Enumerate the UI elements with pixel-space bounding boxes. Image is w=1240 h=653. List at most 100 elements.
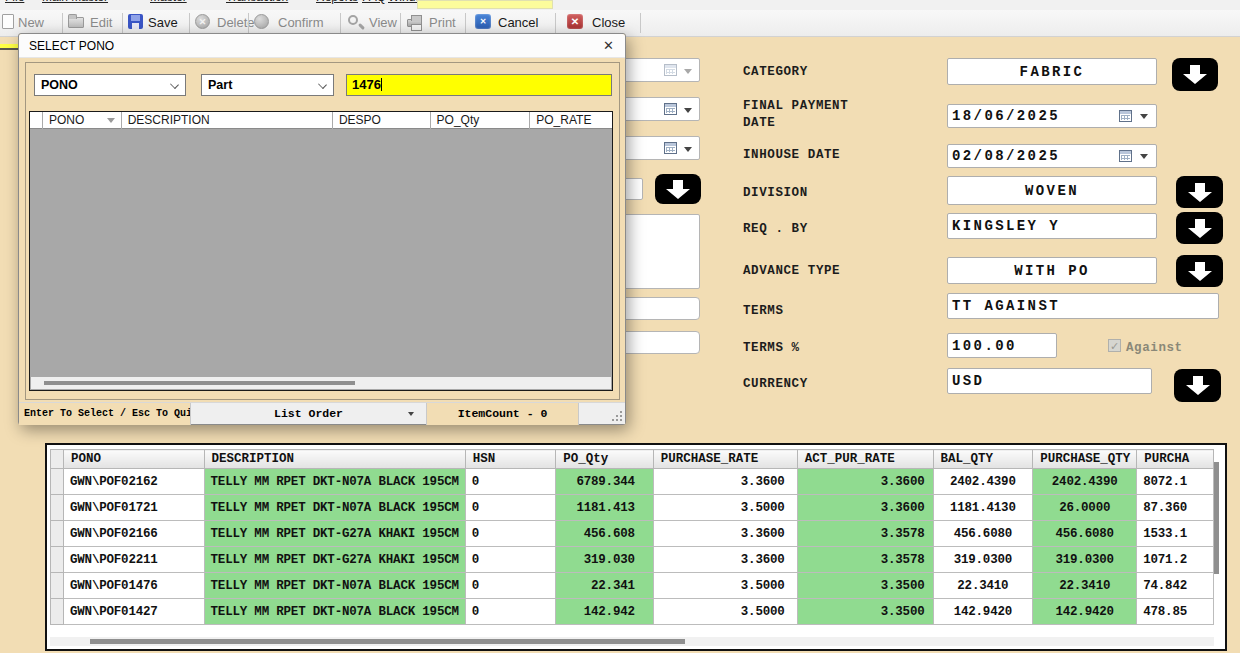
row-selector[interactable] bbox=[51, 573, 64, 599]
table-cell[interactable]: 456.6080 bbox=[1033, 521, 1137, 547]
table-cell[interactable]: 142.942 bbox=[556, 599, 654, 625]
terms-percent-field[interactable]: 100.00 bbox=[947, 333, 1057, 358]
req-by-field[interactable]: KINGSLEY Y bbox=[947, 213, 1157, 239]
column-header-description[interactable]: DESCRIPTION bbox=[204, 450, 465, 469]
column-header-despo[interactable]: DESPO bbox=[333, 112, 431, 129]
table-cell[interactable]: 478.85 bbox=[1137, 599, 1214, 625]
save-button[interactable]: Save bbox=[148, 15, 178, 30]
table-cell[interactable]: 3.3600 bbox=[653, 521, 797, 547]
table-cell[interactable]: TELLY MM RPET DKT-G27A KHAKI 195CM bbox=[204, 547, 465, 573]
column-header-pono[interactable]: PONO bbox=[64, 450, 205, 469]
table-cell[interactable]: 0 bbox=[465, 495, 555, 521]
table-cell[interactable]: 1533.1 bbox=[1137, 521, 1214, 547]
bg-date-field-2[interactable] bbox=[615, 136, 700, 160]
table-cell[interactable]: TELLY MM RPET DKT-G27A KHAKI 195CM bbox=[204, 521, 465, 547]
search-part-combo[interactable]: Part bbox=[201, 74, 334, 96]
confirm-button[interactable]: Confirm bbox=[278, 15, 324, 30]
column-header-po-rate[interactable]: PO_RATE bbox=[530, 112, 612, 129]
table-row[interactable]: GWN\POF02166TELLY MM RPET DKT-G27A KHAKI… bbox=[51, 521, 1214, 547]
horizontal-scrollbar-track[interactable] bbox=[50, 637, 1214, 646]
table-cell[interactable]: 3.3600 bbox=[797, 495, 933, 521]
table-cell[interactable]: 87.360 bbox=[1137, 495, 1214, 521]
division-dropdown-button[interactable] bbox=[1176, 176, 1223, 208]
new-button[interactable]: New bbox=[18, 15, 44, 30]
table-cell[interactable]: 0 bbox=[465, 521, 555, 547]
column-header-po-qty[interactable]: PO_Qty bbox=[431, 112, 531, 129]
table-cell[interactable]: 0 bbox=[465, 599, 555, 625]
bg-textarea[interactable] bbox=[615, 214, 700, 289]
table-row[interactable]: GWN\POF01427TELLY MM RPET DKT-N07A BLACK… bbox=[51, 599, 1214, 625]
resize-grip[interactable] bbox=[612, 411, 622, 421]
table-cell[interactable]: 319.030 bbox=[556, 547, 654, 573]
table-cell[interactable]: 0 bbox=[465, 469, 555, 495]
advance-type-dropdown-button[interactable] bbox=[1176, 255, 1223, 287]
table-row[interactable]: GWN\POF02211TELLY MM RPET DKT-G27A KHAKI… bbox=[51, 547, 1214, 573]
terms-field[interactable]: TT AGAINST bbox=[947, 293, 1219, 319]
column-header-purchase_rate[interactable]: PURCHASE_RATE bbox=[653, 450, 797, 469]
table-row[interactable]: GWN\POF02162TELLY MM RPET DKT-N07A BLACK… bbox=[51, 469, 1214, 495]
table-cell[interactable]: 319.0300 bbox=[1033, 547, 1137, 573]
search-input[interactable]: 1476 bbox=[346, 74, 612, 96]
table-cell[interactable]: 319.0300 bbox=[933, 547, 1033, 573]
row-selector[interactable] bbox=[51, 495, 64, 521]
menu-faq[interactable]: FAQ bbox=[362, 0, 386, 4]
table-cell[interactable]: 3.3500 bbox=[797, 573, 933, 599]
row-selector[interactable] bbox=[51, 547, 64, 573]
row-selector[interactable] bbox=[51, 469, 64, 495]
table-row[interactable]: GWN\POF01721TELLY MM RPET DKT-N07A BLACK… bbox=[51, 495, 1214, 521]
table-cell[interactable]: TELLY MM RPET DKT-N07A BLACK 195CM bbox=[204, 573, 465, 599]
table-cell[interactable]: 1181.4130 bbox=[933, 495, 1033, 521]
table-cell[interactable]: 22.3410 bbox=[1033, 573, 1137, 599]
table-cell[interactable]: TELLY MM RPET DKT-N07A BLACK 195CM bbox=[204, 469, 465, 495]
edit-button[interactable]: Edit bbox=[90, 15, 112, 30]
against-checkbox[interactable]: ✓ bbox=[1108, 339, 1121, 352]
row-selector[interactable] bbox=[51, 599, 64, 625]
menu-transaction[interactable]: Transaction bbox=[226, 0, 288, 4]
bg-date-field-disabled[interactable] bbox=[615, 58, 700, 82]
dialog-close-icon[interactable]: ✕ bbox=[603, 38, 614, 53]
currency-field[interactable]: USD bbox=[947, 368, 1152, 394]
bg-input-2[interactable] bbox=[615, 331, 700, 354]
menu-master[interactable]: Master bbox=[150, 0, 187, 4]
bg-dropdown-arrow-button[interactable] bbox=[655, 174, 701, 204]
inhouse-date-field[interactable]: 02/08/2025 bbox=[947, 144, 1157, 168]
table-cell[interactable]: 22.3410 bbox=[933, 573, 1033, 599]
table-cell[interactable]: 2402.4390 bbox=[933, 469, 1033, 495]
menu-file[interactable]: File bbox=[5, 0, 24, 4]
table-cell[interactable]: 3.5000 bbox=[653, 599, 797, 625]
table-row[interactable]: GWN\POF01476TELLY MM RPET DKT-N07A BLACK… bbox=[51, 573, 1214, 599]
table-cell[interactable]: 142.9420 bbox=[1033, 599, 1137, 625]
print-button[interactable]: Print bbox=[429, 15, 456, 30]
table-cell[interactable]: 74.842 bbox=[1137, 573, 1214, 599]
advance-type-field[interactable]: WITH PO bbox=[947, 257, 1157, 284]
final-payment-date-field[interactable]: 18/06/2025 bbox=[947, 104, 1157, 128]
bg-input-1[interactable] bbox=[615, 297, 700, 320]
table-cell[interactable]: TELLY MM RPET DKT-N07A BLACK 195CM bbox=[204, 495, 465, 521]
list-order-dropdown[interactable]: List Order bbox=[191, 403, 427, 425]
column-header-purchase_qty[interactable]: PURCHASE_QTY bbox=[1033, 450, 1137, 469]
table-cell[interactable]: 456.6080 bbox=[933, 521, 1033, 547]
column-header-purcha[interactable]: PURCHA bbox=[1137, 450, 1214, 469]
column-header-hsn[interactable]: HSN bbox=[465, 450, 555, 469]
table-cell[interactable]: 3.5000 bbox=[653, 495, 797, 521]
dialog-results-grid[interactable]: PONO DESCRIPTION DESPO PO_Qty PO_RATE bbox=[29, 111, 613, 391]
table-cell[interactable]: 3.3578 bbox=[797, 547, 933, 573]
table-cell[interactable]: 6789.344 bbox=[556, 469, 654, 495]
table-cell[interactable]: 1181.413 bbox=[556, 495, 654, 521]
table-cell[interactable]: 2402.4390 bbox=[1033, 469, 1137, 495]
table-cell[interactable]: GWN\POF02166 bbox=[64, 521, 205, 547]
table-cell[interactable]: 3.3500 bbox=[797, 599, 933, 625]
search-field-combo[interactable]: PONO bbox=[34, 74, 186, 96]
column-header-po_qty[interactable]: PO_Qty bbox=[556, 450, 654, 469]
division-field[interactable]: WOVEN bbox=[947, 176, 1157, 205]
bg-date-field-1[interactable] bbox=[615, 97, 700, 121]
table-cell[interactable]: GWN\POF01476 bbox=[64, 573, 205, 599]
table-cell[interactable]: 3.3600 bbox=[653, 547, 797, 573]
menu-reports[interactable]: Reports bbox=[316, 0, 358, 4]
dialog-title-bar[interactable]: SELECT PONO ✕ bbox=[19, 34, 625, 58]
table-cell[interactable]: 0 bbox=[465, 547, 555, 573]
table-cell[interactable]: GWN\POF01721 bbox=[64, 495, 205, 521]
table-cell[interactable]: 3.3600 bbox=[797, 469, 933, 495]
dialog-grid-hscrollbar[interactable] bbox=[31, 377, 611, 389]
table-cell[interactable]: 456.608 bbox=[556, 521, 654, 547]
